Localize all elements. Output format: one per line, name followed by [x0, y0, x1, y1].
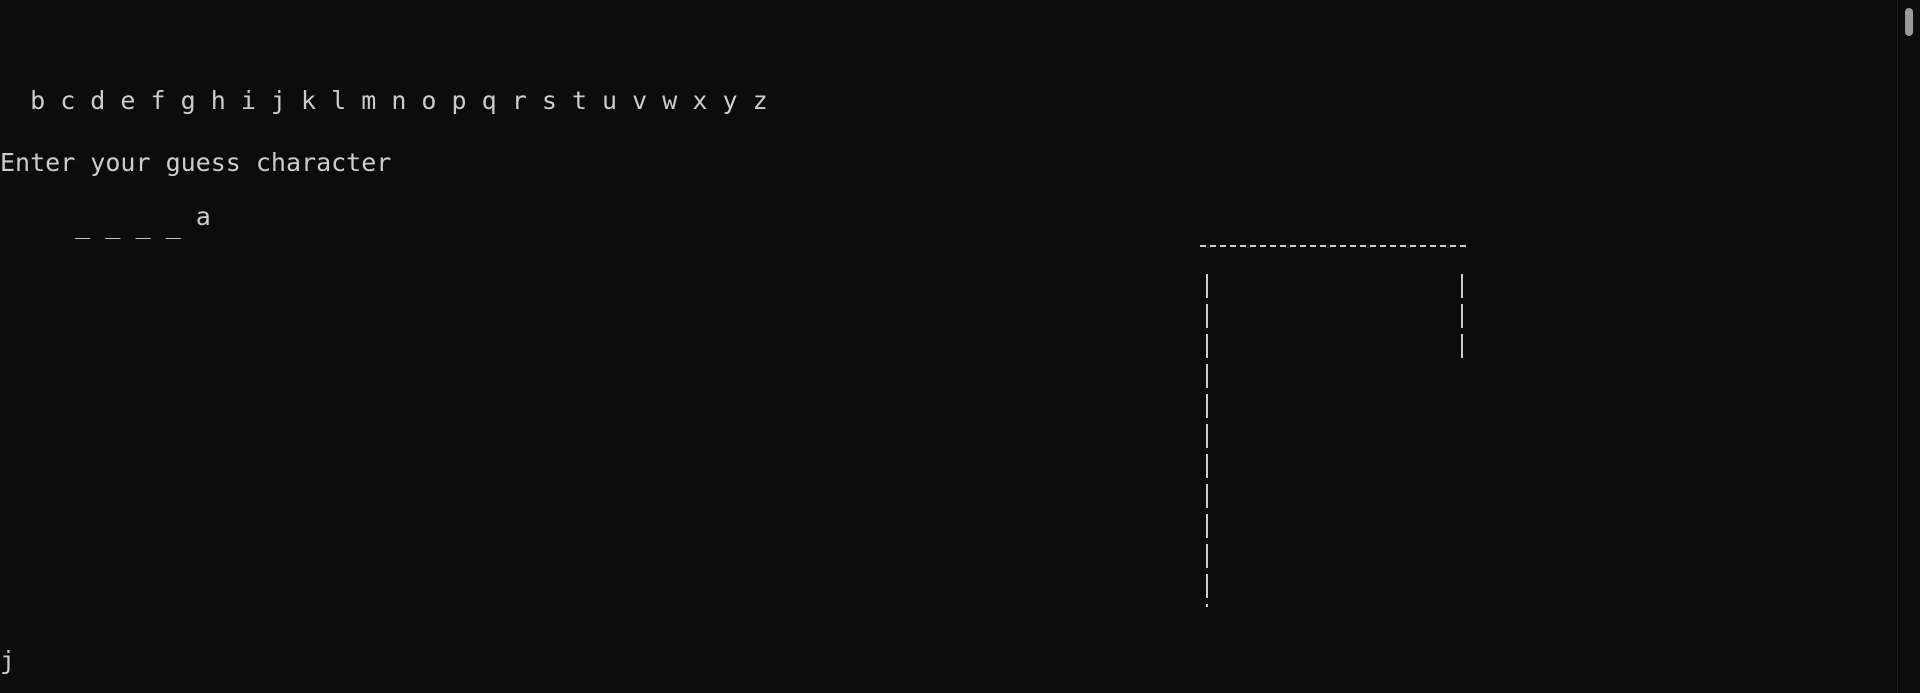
guessed-letter: a [195, 202, 211, 231]
guess-prompt: Enter your guess character [0, 148, 392, 177]
vertical-scrollbar[interactable] [1897, 0, 1920, 693]
terminal-window[interactable]: b c d e f g h i j k l m n o p q r s t u … [0, 0, 1920, 693]
input-line[interactable]: j [0, 646, 15, 676]
available-letters: b c d e f g h i j k l m n o p q r s t u … [0, 86, 768, 115]
gallows-icon [1200, 245, 1470, 615]
gallows-rope [1461, 274, 1463, 364]
scrollbar-thumb[interactable] [1905, 8, 1913, 36]
word-progress: _ _ _ _ a [0, 180, 210, 239]
word-blanks: _ _ _ _ [60, 210, 196, 239]
gallows-post [1206, 274, 1208, 607]
gallows-beam [1200, 245, 1466, 247]
